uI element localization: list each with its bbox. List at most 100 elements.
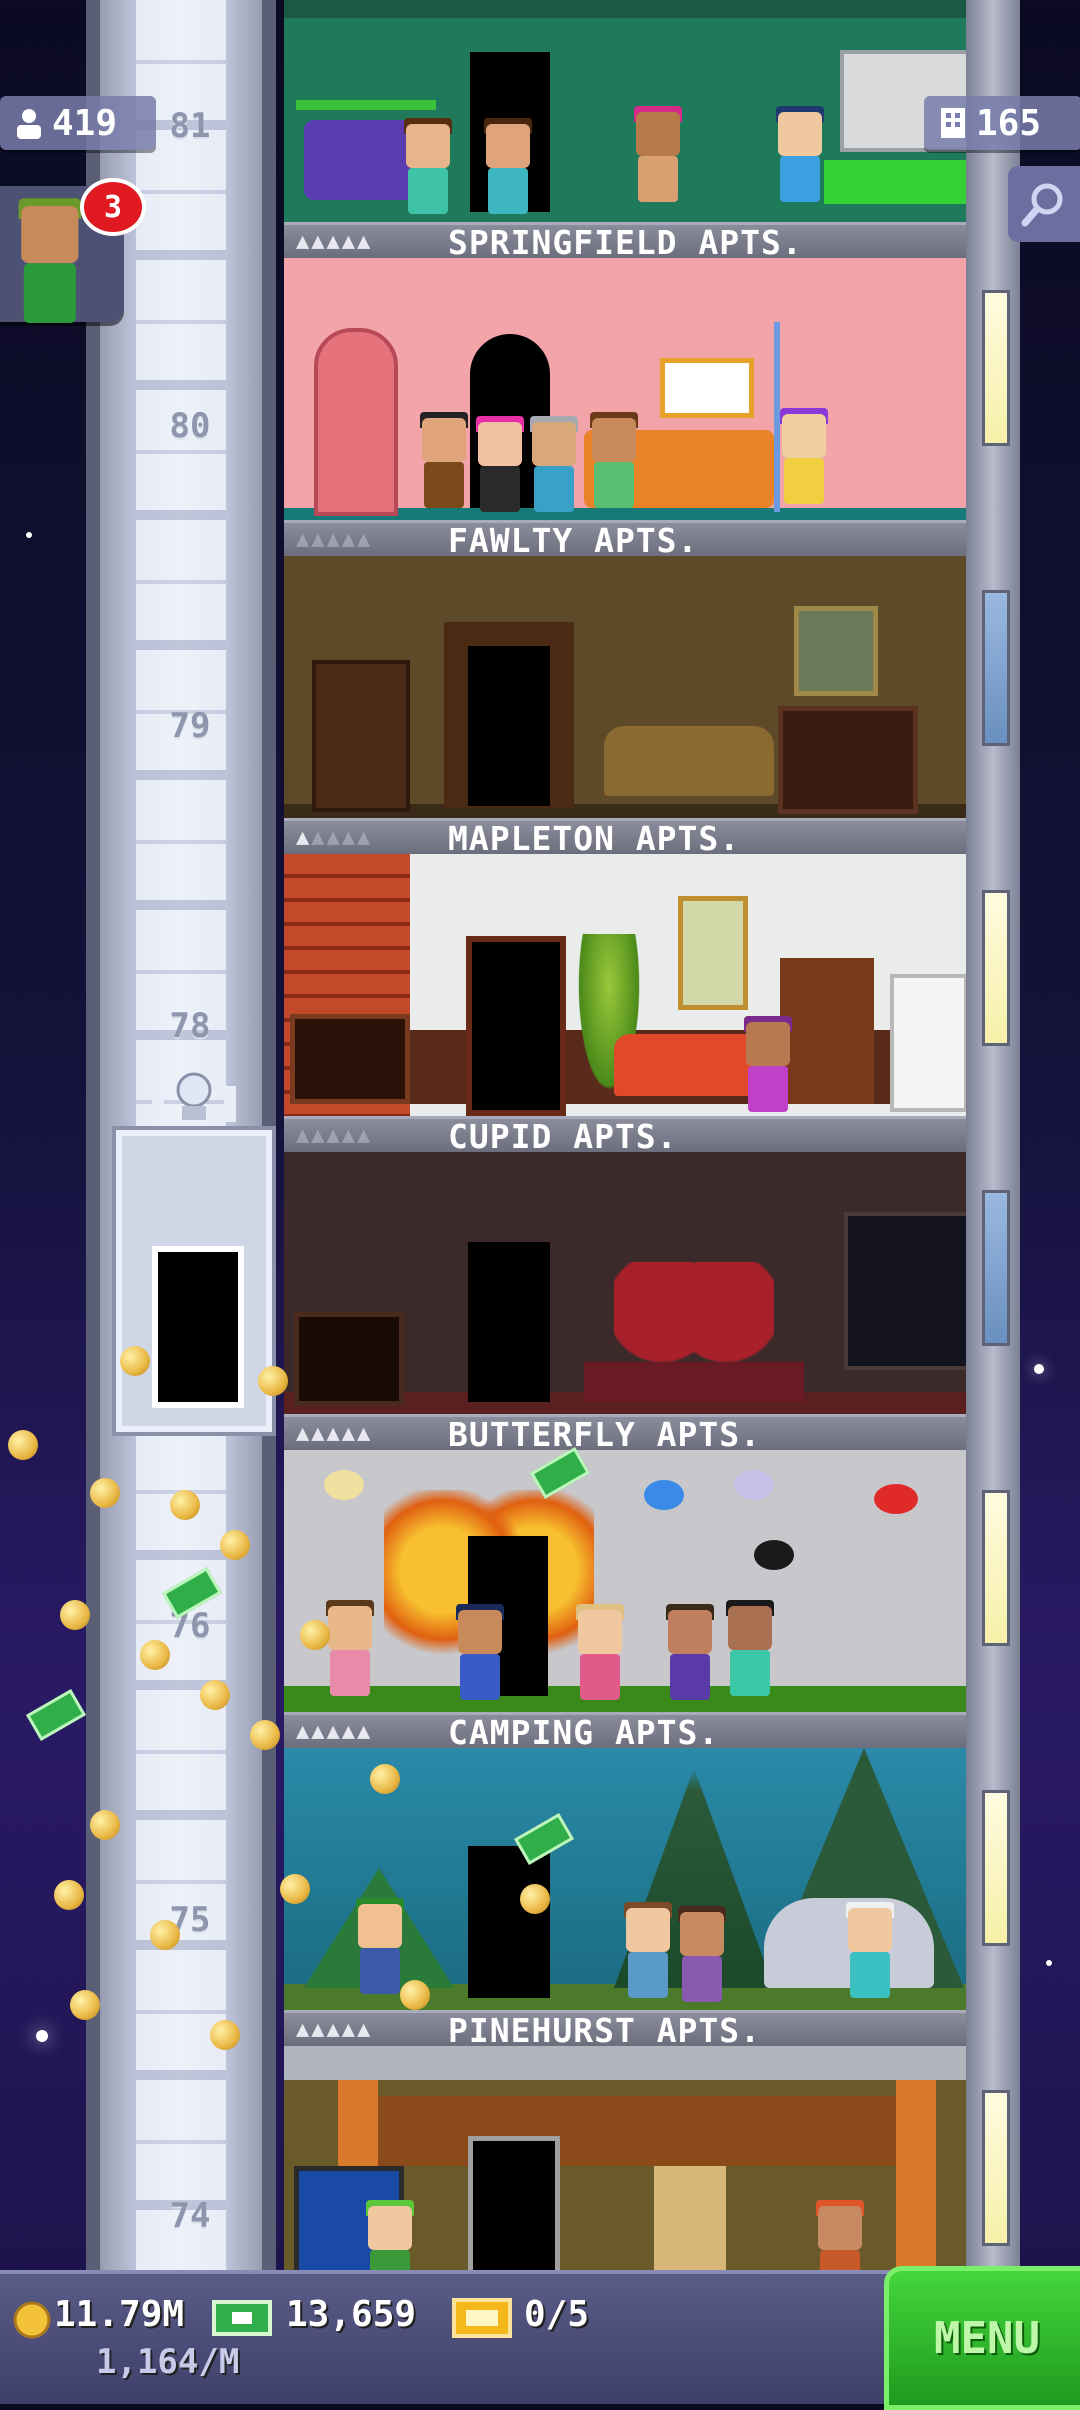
occupancy-pip: ▲ <box>311 825 327 850</box>
floor-counter[interactable]: 165 <box>924 96 1080 150</box>
apartment-door[interactable] <box>468 646 550 806</box>
occupancy-pip: ▲ <box>311 1123 327 1148</box>
occupancy-pip: ▲ <box>357 1421 373 1446</box>
occupancy-pip: ▲ <box>296 229 312 254</box>
apartment-floor[interactable] <box>284 258 970 520</box>
resident[interactable] <box>724 1600 776 1696</box>
fireplace <box>778 706 918 814</box>
resident[interactable] <box>454 1604 506 1700</box>
floor-banner[interactable]: ▲▲▲▲▲ PINEHURST APTS. <box>284 2010 970 2050</box>
coin-particle <box>140 1640 170 1670</box>
bux-balance[interactable]: 13,659 <box>286 2294 416 2335</box>
floor-name: FAWLTY APTS. <box>448 521 699 560</box>
occupancy-pip: ▲ <box>326 1719 342 1744</box>
occupancy-pip: ▲ <box>296 2017 312 2042</box>
coin-particle <box>210 2020 240 2050</box>
resident[interactable] <box>814 2200 866 2270</box>
floor-banner[interactable]: ▲▲▲▲▲ CAMPING APTS. <box>284 1712 970 1752</box>
occupancy-pip: ▲ <box>326 1123 342 1148</box>
resident[interactable] <box>354 1898 406 1994</box>
floor-banner[interactable]: ▲▲▲▲▲ CUPID APTS. <box>284 1116 970 1156</box>
floor-name: CUPID APTS. <box>448 1117 678 1156</box>
ticket-count[interactable]: 0/5 <box>524 2294 589 2335</box>
green-bench <box>824 160 970 204</box>
pillar <box>896 2080 936 2270</box>
floor-name: BUTTERFLY APTS. <box>448 1415 762 1454</box>
occupancy-pip: ▲ <box>326 2017 342 2042</box>
resident[interactable] <box>324 1600 376 1696</box>
floor-banner[interactable]: ▲▲▲▲▲ FAWLTY APTS. <box>284 520 970 560</box>
apartment-floor[interactable] <box>284 1450 970 1712</box>
occupancy-pip: ▲ <box>326 229 342 254</box>
apartment-door[interactable] <box>468 1242 550 1402</box>
resident[interactable] <box>664 1604 716 1700</box>
search-button[interactable] <box>1008 166 1080 242</box>
occupancy-pip: ▲ <box>296 1719 312 1744</box>
shelf <box>296 100 436 110</box>
apartment-floor[interactable] <box>284 2046 970 2270</box>
occupancy-pip: ▲ <box>311 229 327 254</box>
occupancy-pip: ▲ <box>341 229 357 254</box>
occupancy-pip: ▲ <box>311 527 327 552</box>
coin-particle <box>70 1990 100 2020</box>
elevator-car[interactable] <box>116 1072 272 1432</box>
resident[interactable] <box>844 1902 896 1998</box>
building-icon <box>941 108 965 138</box>
window-light <box>982 890 1010 1046</box>
coin-particle <box>520 1884 550 1914</box>
coin-balance[interactable]: 11.79M <box>54 2294 184 2335</box>
resident[interactable] <box>482 118 534 214</box>
butterfly <box>734 1470 774 1500</box>
resident[interactable] <box>528 416 580 512</box>
floor-banner[interactable]: ▲▲▲▲▲ BUTTERFLY APTS. <box>284 1414 970 1454</box>
resident[interactable] <box>474 416 526 512</box>
cabinet <box>654 2166 726 2270</box>
resident[interactable] <box>778 408 830 504</box>
resident[interactable] <box>676 1906 728 2002</box>
apartment-door[interactable] <box>468 1846 550 1998</box>
shaft-floor-number: 81 <box>169 106 211 146</box>
resident[interactable] <box>632 106 684 202</box>
occupancy-pip: ▲ <box>341 1421 357 1446</box>
apartment-floor[interactable] <box>284 556 970 818</box>
occupancy-icon: ▲▲▲▲▲ <box>296 1421 372 1446</box>
resident[interactable] <box>742 1016 794 1112</box>
occupancy-pip: ▲ <box>357 2017 373 2042</box>
resident[interactable] <box>622 1902 674 1998</box>
coin-particle <box>250 1720 280 1750</box>
floor-banner[interactable]: ▲▲▲▲▲ SPRINGFIELD APTS. <box>284 222 970 262</box>
floor-banner[interactable]: ▲▲▲▲▲ MAPLETON APTS. <box>284 818 970 858</box>
window-light <box>982 1190 1010 1346</box>
apartment-floor[interactable] <box>284 0 970 222</box>
fireplace <box>290 1014 410 1104</box>
wall-decor <box>284 0 970 18</box>
occupancy-pip: ▲ <box>296 1123 312 1148</box>
window-light <box>982 2090 1010 2246</box>
painting <box>678 896 748 1010</box>
shaft-floor-number: 79 <box>169 706 211 746</box>
resident[interactable] <box>364 2200 416 2270</box>
resident[interactable] <box>418 412 470 508</box>
portrait <box>794 606 878 696</box>
resident[interactable] <box>574 1604 626 1700</box>
shaft-rail <box>86 0 100 2270</box>
population-counter[interactable]: 419 <box>0 96 156 150</box>
apartment-door[interactable] <box>468 2136 560 2270</box>
occupancy-pip: ▲ <box>341 1123 357 1148</box>
apartment-floor[interactable] <box>284 854 970 1116</box>
menu-button[interactable]: MENU <box>884 2266 1080 2410</box>
floor-name: CAMPING APTS. <box>448 1713 720 1752</box>
floor-name: SPRINGFIELD APTS. <box>448 223 803 262</box>
star <box>36 2030 48 2042</box>
resident[interactable] <box>588 412 640 508</box>
occupancy-pip: ▲ <box>296 527 312 552</box>
apartment-floor[interactable] <box>284 1152 970 1414</box>
occupancy-icon: ▲▲▲▲▲ <box>296 1719 372 1744</box>
fridge <box>890 974 968 1112</box>
occupancy-pip: ▲ <box>357 527 373 552</box>
apartment-door[interactable] <box>466 936 566 1116</box>
resident[interactable] <box>774 106 826 202</box>
resident[interactable] <box>402 118 454 214</box>
occupancy-icon: ▲▲▲▲▲ <box>296 229 372 254</box>
window-light <box>982 590 1010 746</box>
